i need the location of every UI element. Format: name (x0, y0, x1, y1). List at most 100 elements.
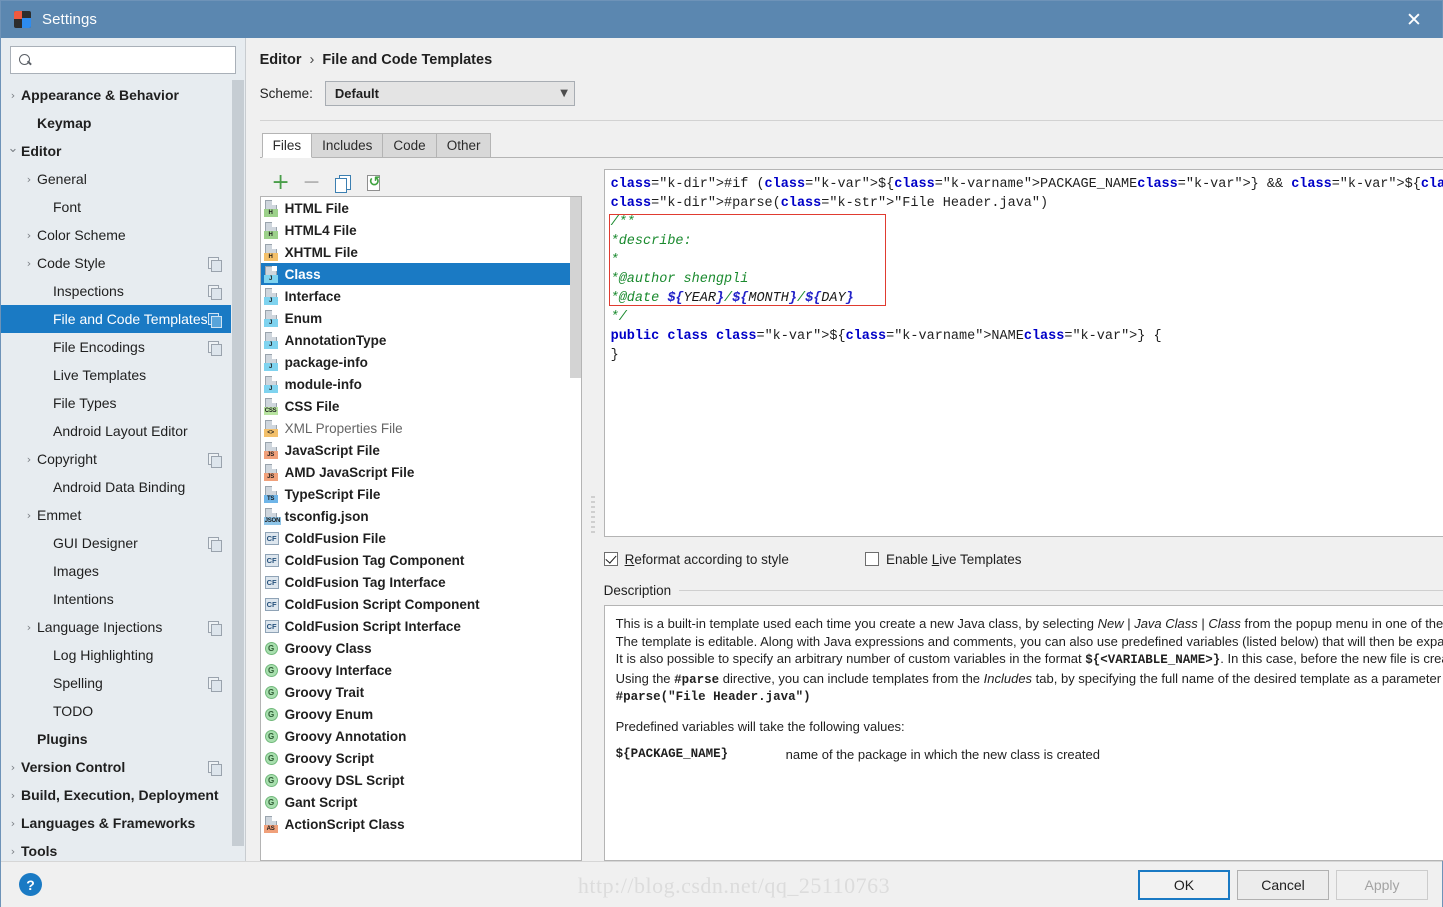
template-list-item[interactable]: G Groovy Class (261, 637, 581, 659)
sidebar-item-language-injections[interactable]: › Language Injections (1, 613, 245, 641)
remove-template-button[interactable]: − (299, 171, 325, 194)
apply-button[interactable]: Apply (1336, 869, 1428, 900)
add-template-button[interactable]: + (268, 171, 294, 194)
chevron-right-icon[interactable]: › (5, 761, 21, 774)
template-list-item[interactable]: CSS CSS File (261, 395, 581, 417)
template-list-item[interactable]: CF ColdFusion Script Component (261, 593, 581, 615)
reset-template-button[interactable] (361, 172, 387, 194)
sidebar-item-general[interactable]: › General (1, 165, 245, 193)
template-list-item[interactable]: G Groovy Interface (261, 659, 581, 681)
template-list-item[interactable]: JS JavaScript File (261, 439, 581, 461)
help-icon[interactable]: ? (19, 873, 42, 896)
template-list-item[interactable]: G Groovy Trait (261, 681, 581, 703)
sidebar-item-font[interactable]: Font (1, 193, 245, 221)
chevron-right-icon[interactable]: › (21, 229, 37, 242)
sidebar-item-keymap[interactable]: Keymap (1, 109, 245, 137)
template-list-scroll-thumb[interactable] (569, 197, 581, 378)
sidebar-item-appearance-behavior[interactable]: › Appearance & Behavior (1, 81, 245, 109)
chevron-right-icon[interactable]: › (5, 817, 21, 830)
template-list-item[interactable]: CF ColdFusion Script Interface (261, 615, 581, 637)
sidebar-item-tools[interactable]: › Tools (1, 837, 245, 861)
template-list-item[interactable]: TS TypeScript File (261, 483, 581, 505)
sidebar-item-languages-frameworks[interactable]: › Languages & Frameworks (1, 809, 245, 837)
template-list-item[interactable]: J AnnotationType (261, 329, 581, 351)
template-list-item[interactable]: J Class (260, 263, 581, 285)
scheme-select[interactable]: Default ▼ (324, 81, 575, 106)
template-list-item[interactable]: H XHTML File (261, 241, 581, 263)
tab-includes[interactable]: Includes (311, 133, 384, 158)
reformat-checkbox-box[interactable] (603, 552, 618, 566)
search-box[interactable] (10, 46, 236, 74)
sidebar-scrollbar[interactable] (230, 80, 245, 861)
tab-code[interactable]: Code (382, 133, 437, 158)
chevron-right-icon[interactable]: › (21, 453, 37, 466)
sidebar-item-intentions[interactable]: Intentions (1, 585, 245, 613)
reformat-checkbox[interactable]: Reformat according to style (603, 552, 789, 567)
template-list-item[interactable]: J Interface (261, 285, 581, 307)
template-code-text[interactable]: class="k-dir">#if (class="k-var">${class… (611, 175, 1443, 365)
template-list-item[interactable]: CF ColdFusion Tag Interface (261, 571, 581, 593)
sidebar-item-copyright[interactable]: › Copyright (1, 445, 245, 473)
sidebar-item-todo[interactable]: TODO (1, 697, 245, 725)
template-list-item[interactable]: CF ColdFusion Tag Component (261, 549, 581, 571)
sidebar-item-log-highlighting[interactable]: Log Highlighting (1, 641, 245, 669)
template-list-item[interactable]: H HTML4 File (261, 219, 581, 241)
template-list-scrollbar[interactable] (569, 197, 581, 860)
chevron-right-icon[interactable]: › (21, 509, 37, 522)
template-list-item[interactable]: CF ColdFusion File (261, 527, 581, 549)
sidebar-item-label: Plugins (37, 731, 88, 747)
sidebar-item-color-scheme[interactable]: › Color Scheme (1, 221, 245, 249)
sidebar-item-android-layout-editor[interactable]: Android Layout Editor (1, 417, 245, 445)
template-list-item[interactable]: JS AMD JavaScript File (261, 461, 581, 483)
template-list-item[interactable]: G Groovy DSL Script (261, 769, 581, 791)
sidebar-item-android-data-binding[interactable]: Android Data Binding (1, 473, 245, 501)
tab-other[interactable]: Other (435, 133, 492, 158)
sidebar-item-spelling[interactable]: Spelling (1, 669, 245, 697)
cancel-button[interactable]: Cancel (1237, 869, 1329, 900)
chevron-right-icon[interactable]: › (21, 173, 37, 186)
template-list-item[interactable]: G Groovy Annotation (261, 725, 581, 747)
sidebar-item-emmet[interactable]: › Emmet (1, 501, 245, 529)
chevron-right-icon[interactable]: › (5, 789, 21, 802)
pane-splitter[interactable] (582, 169, 604, 861)
chevron-down-icon[interactable]: ⌄ (5, 141, 21, 156)
chevron-right-icon[interactable]: › (21, 257, 37, 270)
template-list-item[interactable]: J Enum (261, 307, 581, 329)
template-code-editor[interactable]: class="k-dir">#if (class="k-var">${class… (603, 169, 1443, 537)
ok-button[interactable]: OK (1138, 869, 1230, 900)
template-list-item[interactable]: G Gant Script (261, 791, 581, 813)
live-templates-checkbox[interactable]: Enable Live Templates (864, 552, 1022, 567)
sidebar-item-file-and-code-templates[interactable]: File and Code Templates (1, 305, 245, 333)
live-templates-checkbox-box[interactable] (864, 552, 879, 566)
template-list-item[interactable]: G Groovy Script (261, 747, 581, 769)
chevron-right-icon[interactable]: › (5, 89, 21, 102)
template-list-item[interactable]: AS ActionScript Class (261, 813, 581, 835)
close-icon[interactable]: ✕ (1386, 1, 1442, 38)
chevron-right-icon[interactable]: › (21, 621, 37, 634)
copy-template-button[interactable] (330, 172, 356, 194)
sidebar-item-build-execution-deployment[interactable]: › Build, Execution, Deployment (1, 781, 245, 809)
description-panel[interactable]: This is a built-in template used each ti… (603, 605, 1443, 861)
sidebar-item-file-types[interactable]: File Types (1, 389, 245, 417)
template-list-item[interactable]: G Groovy Enum (261, 703, 581, 725)
breadcrumb-root[interactable]: Editor (260, 52, 302, 68)
chevron-right-icon[interactable]: › (5, 845, 21, 858)
sidebar-item-editor[interactable]: ⌄ Editor (1, 137, 245, 165)
sidebar-item-images[interactable]: Images (1, 557, 245, 585)
template-list-item[interactable]: H HTML File (261, 197, 581, 219)
sidebar-item-live-templates[interactable]: Live Templates (1, 361, 245, 389)
template-list-item[interactable]: JSON tsconfig.json (261, 505, 581, 527)
sidebar-item-version-control[interactable]: › Version Control (1, 753, 245, 781)
template-list-item[interactable]: Jmodule-info (261, 373, 581, 395)
template-list[interactable]: H HTML File H HTML4 File H XHTML File J Class J I… (259, 196, 582, 861)
sidebar-item-code-style[interactable]: › Code Style (1, 249, 245, 277)
sidebar-item-file-encodings[interactable]: File Encodings (1, 333, 245, 361)
template-list-item[interactable]: Jpackage-info (261, 351, 581, 373)
sidebar-item-gui-designer[interactable]: GUI Designer (1, 529, 245, 557)
tab-files[interactable]: Files (261, 133, 313, 158)
sidebar-scroll-thumb[interactable] (231, 80, 244, 846)
search-input[interactable] (37, 52, 228, 68)
sidebar-item-inspections[interactable]: Inspections (1, 277, 245, 305)
template-list-item[interactable]: <> XML Properties File (261, 417, 581, 439)
sidebar-item-plugins[interactable]: Plugins (1, 725, 245, 753)
